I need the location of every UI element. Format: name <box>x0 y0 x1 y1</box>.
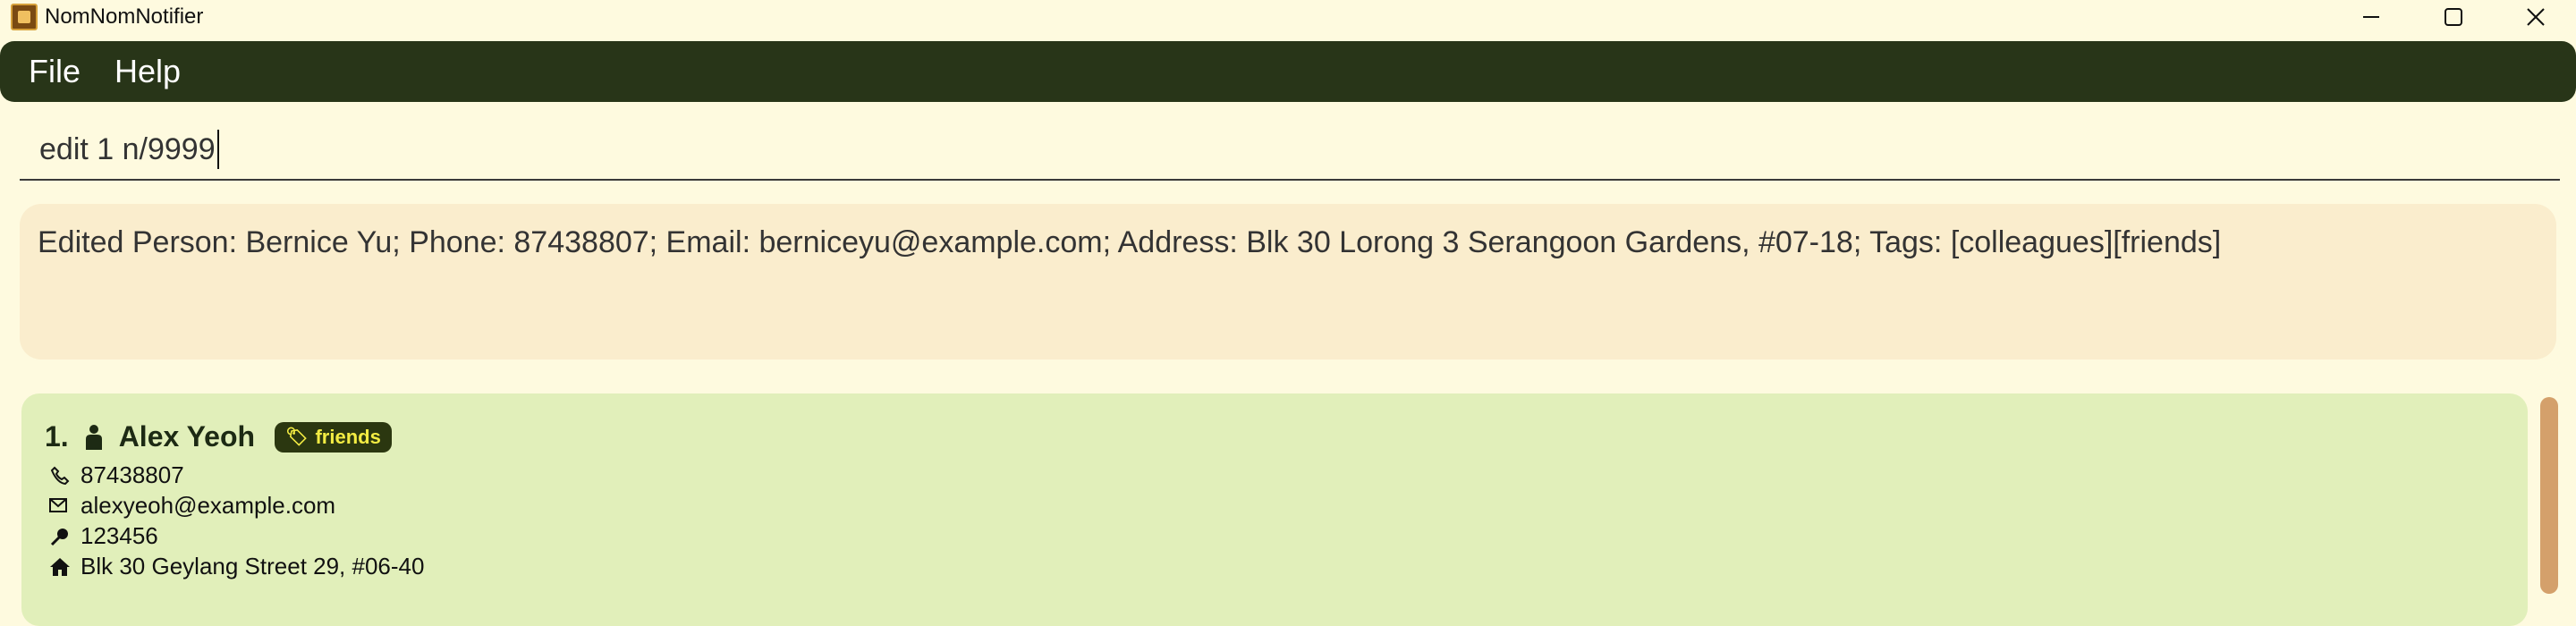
person-phone: 87438807 <box>80 461 184 488</box>
menu-file[interactable]: File <box>29 53 80 90</box>
maximize-button[interactable] <box>2413 0 2494 34</box>
person-card-header: 1. Alex Yeoh 🏷 friends <box>45 420 392 453</box>
home-icon <box>47 557 73 577</box>
phone-icon <box>47 466 73 486</box>
app-icon <box>11 4 38 30</box>
close-icon <box>2527 8 2545 26</box>
list-scrollbar[interactable] <box>2540 397 2558 594</box>
command-input[interactable]: edit 1 n/9999 <box>20 118 2560 181</box>
person-postal: 123456 <box>80 522 158 549</box>
email-icon <box>47 497 73 515</box>
person-email: alexyeoh@example.com <box>80 492 336 519</box>
person-postal-row: 123456 <box>47 522 158 550</box>
minimize-button[interactable] <box>2331 0 2411 34</box>
window-title-bar: NomNomNotifier <box>0 0 2576 36</box>
person-name: Alex Yeoh <box>118 420 256 453</box>
person-icon <box>85 424 102 450</box>
tag-badge: 🏷 friends <box>275 421 392 453</box>
location-pin-icon <box>47 527 73 546</box>
menu-bar: File Help <box>0 41 2576 102</box>
person-email-row: alexyeoh@example.com <box>47 492 335 520</box>
maximize-icon <box>2445 8 2462 26</box>
tag-icon: 🏷 <box>285 427 309 447</box>
menu-help[interactable]: Help <box>114 53 181 90</box>
text-caret <box>216 130 219 169</box>
minimize-icon <box>2363 16 2379 18</box>
command-input-value: edit 1 n/9999 <box>39 131 216 166</box>
result-message: Edited Person: Bernice Yu; Phone: 874388… <box>38 225 2222 259</box>
person-card[interactable]: 1. Alex Yeoh 🏷 friends 87438807 alexyeoh… <box>21 393 2528 626</box>
person-address: Blk 30 Geylang Street 29, #06-40 <box>80 553 425 579</box>
window-title: NomNomNotifier <box>45 4 204 29</box>
person-phone-row: 87438807 <box>47 461 184 489</box>
person-index: 1. <box>45 420 69 453</box>
tag-label: friends <box>315 425 381 448</box>
close-button[interactable] <box>2496 0 2576 34</box>
result-display: Edited Person: Bernice Yu; Phone: 874388… <box>20 204 2556 360</box>
person-address-row: Blk 30 Geylang Street 29, #06-40 <box>47 553 424 580</box>
